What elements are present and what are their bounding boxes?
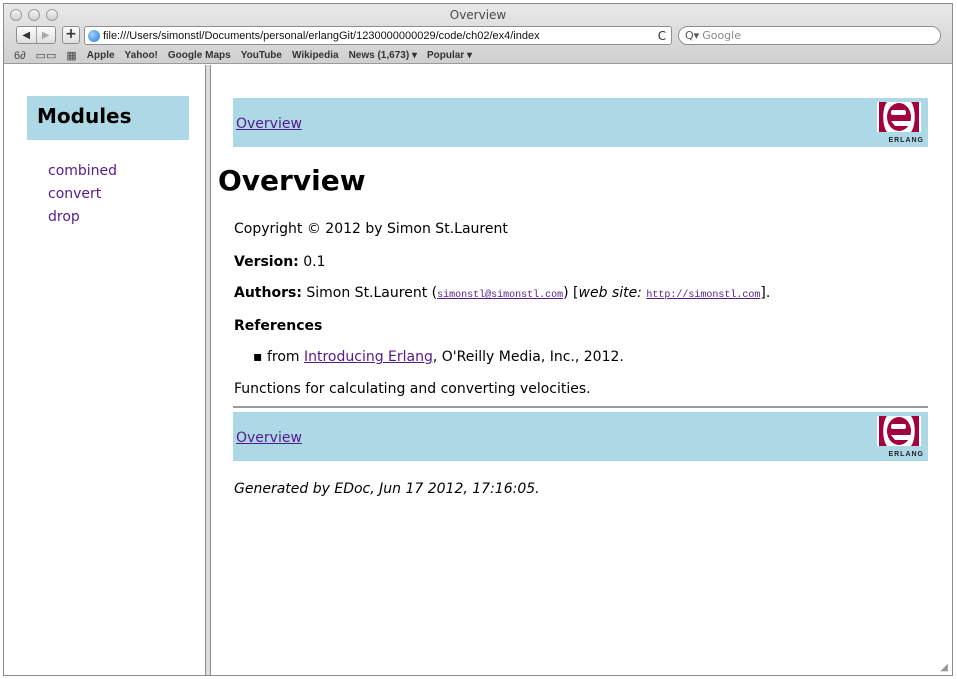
module-link-convert[interactable]: convert <box>48 183 117 206</box>
modules-frame: Modules combined convert drop <box>4 65 205 675</box>
erlang-e-icon <box>877 102 921 132</box>
author-name: Simon St.Laurent ( <box>306 285 438 301</box>
address-bar[interactable]: file:///Users/simonstl/Documents/persona… <box>84 26 672 45</box>
page-content: Modules combined convert drop Overview E… <box>4 65 952 675</box>
reference-suffix: , O'Reilly Media, Inc., 2012. <box>432 349 624 365</box>
back-forward-group: ◀ ▶ <box>16 26 56 44</box>
overview-frame: Overview ERLANG Overview Copyright © 201… <box>218 65 933 675</box>
erlang-logo-bottom[interactable]: ERLANG <box>874 416 924 458</box>
erlang-logo-text: ERLANG <box>888 451 924 458</box>
top-sites-grid-icon[interactable]: ▦ <box>66 49 76 62</box>
authors-line: Authors: Simon St.Laurent (simonstl@simo… <box>234 285 770 301</box>
module-link-drop[interactable]: drop <box>48 206 117 229</box>
version-line: Version: 0.1 <box>234 254 326 270</box>
back-icon[interactable]: ◀ <box>17 27 36 43</box>
reading-list-icon[interactable]: 6∂ <box>14 50 26 62</box>
bookmark-google-maps[interactable]: Google Maps <box>168 50 231 61</box>
forward-icon[interactable]: ▶ <box>35 27 56 43</box>
author-email-link[interactable]: simonstl@simonstl.com <box>437 290 563 301</box>
page-title: Overview <box>218 164 366 197</box>
erlang-logo[interactable]: ERLANG <box>874 102 924 144</box>
resize-grip-icon[interactable]: ◢ <box>940 662 948 673</box>
generated-footer: Generated by EDoc, Jun 17 2012, 17:16:05… <box>234 481 540 497</box>
bottom-navbar: Overview ERLANG <box>233 412 928 461</box>
module-list: combined convert drop <box>48 160 117 229</box>
website-link[interactable]: http://simonstl.com <box>646 290 760 301</box>
reference-item: ▪ from Introducing Erlang, O'Reilly Medi… <box>253 349 624 365</box>
bookmark-news[interactable]: News (1,673) ▾ <box>349 50 417 61</box>
bookmark-wikipedia[interactable]: Wikipedia <box>292 50 339 61</box>
reference-book-link[interactable]: Introducing Erlang <box>304 349 433 365</box>
website-prefix: ) [ <box>563 285 579 301</box>
frame-divider[interactable] <box>205 65 211 675</box>
overview-link-bottom[interactable]: Overview <box>236 430 302 446</box>
horizontal-rule <box>233 406 928 408</box>
module-description: Functions for calculating and converting… <box>234 381 591 397</box>
add-bookmark-button[interactable]: + <box>62 26 80 44</box>
overview-link-top[interactable]: Overview <box>236 116 302 132</box>
version-label: Version: <box>234 254 299 270</box>
browser-toolbar: Overview ◀ ▶ + file:///Users/simonstl/Do… <box>4 4 952 64</box>
references-heading: References <box>234 318 323 334</box>
bookmark-youtube[interactable]: YouTube <box>241 50 282 61</box>
authors-label: Authors: <box>234 285 302 301</box>
erlang-e-icon <box>877 416 921 446</box>
version-value: 0.1 <box>303 254 326 270</box>
modules-header: Modules <box>27 96 189 140</box>
search-icon: Q▾ <box>685 29 700 42</box>
url-text[interactable]: file:///Users/simonstl/Documents/persona… <box>103 30 653 42</box>
top-navbar: Overview ERLANG <box>233 98 928 147</box>
module-link-combined[interactable]: combined <box>48 160 117 183</box>
reload-icon[interactable]: C <box>653 29 671 43</box>
window-title: Overview <box>449 8 507 22</box>
navigation-row: ◀ ▶ + file:///Users/simonstl/Documents/p… <box>16 26 941 46</box>
globe-icon <box>88 29 100 42</box>
bookmark-popular[interactable]: Popular ▾ <box>427 50 472 61</box>
website-label: web site: <box>578 285 642 301</box>
erlang-logo-text: ERLANG <box>888 137 924 144</box>
website-suffix: ]. <box>760 285 771 301</box>
bookmark-apple[interactable]: Apple <box>87 50 115 61</box>
search-placeholder: Google <box>702 29 741 42</box>
bookmark-yahoo[interactable]: Yahoo! <box>125 50 158 61</box>
bookmarks-book-icon[interactable]: ▭▭ <box>36 49 57 62</box>
modules-title: Modules <box>37 104 132 128</box>
reference-prefix: from <box>266 349 304 365</box>
browser-window: Overview ◀ ▶ + file:///Users/simonstl/Do… <box>3 3 953 676</box>
search-input[interactable]: Q▾ Google <box>678 26 941 45</box>
bookmarks-bar: 6∂ ▭▭ ▦ Apple Yahoo! Google Maps YouTube… <box>14 48 472 63</box>
copyright-text: Copyright © 2012 by Simon St.Laurent <box>234 221 508 237</box>
